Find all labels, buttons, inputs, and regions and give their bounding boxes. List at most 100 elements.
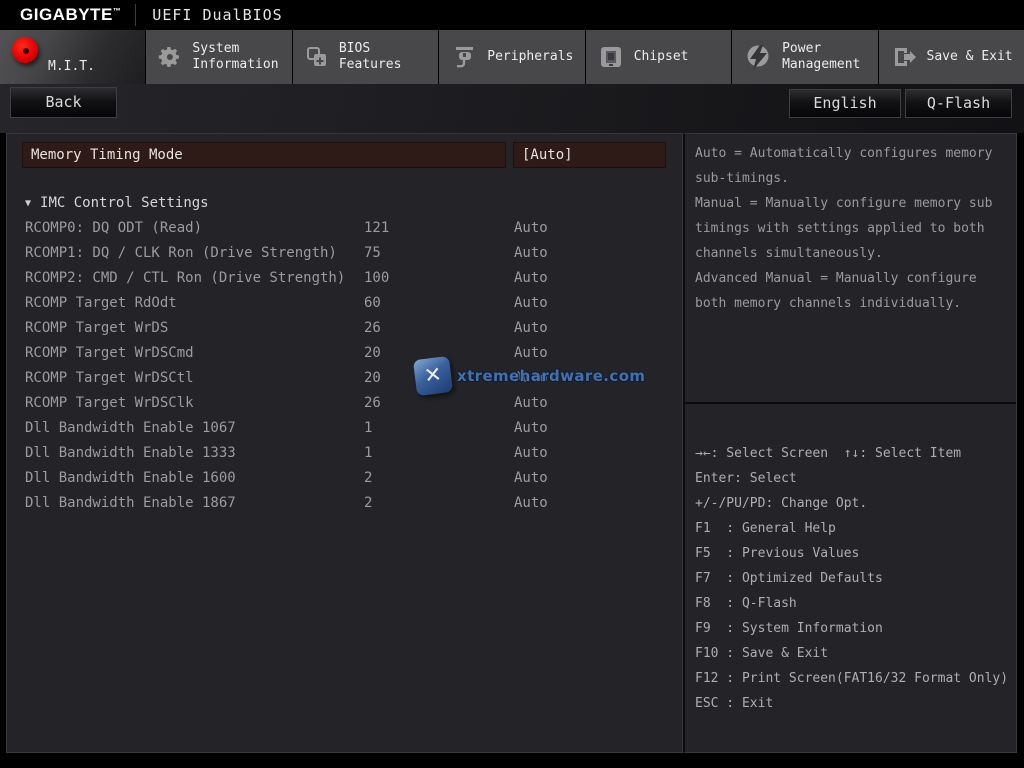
setting-value: 75 <box>364 241 381 266</box>
setting-row[interactable]: RCOMP0: DQ ODT (Read) 121 Auto <box>7 216 682 241</box>
setting-row[interactable]: RCOMP2: CMD / CTL Ron (Drive Strength) 1… <box>7 266 682 291</box>
section-title: IMC Control Settings <box>40 195 209 211</box>
key-legend: →←: Select Screen ↑↓: Select Item Enter:… <box>695 441 1017 716</box>
tab-label: System Information <box>192 41 291 73</box>
qflash-button[interactable]: Q-Flash <box>905 89 1012 118</box>
setting-label: RCOMP Target RdOdt <box>25 291 177 316</box>
tab-label: Power Management <box>782 41 877 73</box>
setting-row[interactable]: Dll Bandwidth Enable 1867 2 Auto <box>7 491 682 516</box>
tab-label: BIOS Features <box>339 41 438 73</box>
imc-section-header[interactable]: ▼ IMC Control Settings <box>25 193 209 213</box>
tab-power-management[interactable]: Power Management <box>732 30 877 84</box>
key-legend-line: +/-/PU/PD: Change Opt. <box>695 491 1017 516</box>
setting-value: 26 <box>364 316 381 341</box>
setting-mode: Auto <box>514 416 548 441</box>
key-legend-line: F7 : Optimized Defaults <box>695 566 1017 591</box>
description-line: sub-timings. <box>695 166 1013 191</box>
setting-label: RCOMP Target WrDSClk <box>25 391 194 416</box>
setting-value: 100 <box>364 266 389 291</box>
setting-row[interactable]: Dll Bandwidth Enable 1600 2 Auto <box>7 466 682 491</box>
setting-value: 60 <box>364 291 381 316</box>
setting-mode: Auto <box>514 391 548 416</box>
tab-label: Save & Exit <box>927 49 1013 65</box>
setting-row[interactable]: Dll Bandwidth Enable 1333 1 Auto <box>7 441 682 466</box>
setting-value: 2 <box>364 466 372 491</box>
setting-mode: Auto <box>514 316 548 341</box>
help-panel-divider <box>683 402 1016 404</box>
setting-label: RCOMP Target WrDSCmd <box>25 341 194 366</box>
tab-save-exit[interactable]: Save & Exit <box>879 30 1024 84</box>
bios-screen: GIGABYTE™ UEFI DualBIOS M.I.T. System In… <box>0 0 1024 768</box>
setting-row[interactable]: RCOMP Target WrDS 26 Auto <box>7 316 682 341</box>
key-legend-line: F9 : System Information <box>695 616 1017 641</box>
key-legend-line: Enter: Select <box>695 466 1017 491</box>
trademark-symbol: ™ <box>113 6 122 15</box>
setting-value: 20 <box>364 366 381 391</box>
tab-peripherals[interactable]: Peripherals <box>439 30 584 84</box>
product-title: UEFI DualBIOS <box>152 6 282 24</box>
setting-label: RCOMP Target WrDSCtl <box>25 366 194 391</box>
key-legend-line: F5 : Previous Values <box>695 541 1017 566</box>
tab-label: Peripherals <box>487 49 573 65</box>
setting-label: RCOMP0: DQ ODT (Read) <box>25 216 202 241</box>
setting-value: 1 <box>364 416 372 441</box>
setting-label: Dll Bandwidth Enable 1600 <box>25 466 236 491</box>
exit-door-icon <box>891 44 917 70</box>
gigabyte-logo: GIGABYTE™ <box>20 5 121 25</box>
key-legend-line: F12 : Print Screen(FAT16/32 Format Only) <box>695 666 1017 691</box>
tab-chipset[interactable]: Chipset <box>586 30 731 84</box>
setting-row[interactable]: Dll Bandwidth Enable 1067 1 Auto <box>7 416 682 441</box>
setting-value: 1 <box>364 441 372 466</box>
setting-label: RCOMP1: DQ / CLK Ron (Drive Strength) <box>25 241 337 266</box>
mit-dial-icon <box>12 37 38 63</box>
setting-mode: Auto <box>514 341 548 366</box>
setting-row[interactable]: RCOMP Target WrDSCmd 20 Auto <box>7 341 682 366</box>
setting-mode: Auto <box>514 441 548 466</box>
setting-value: 121 <box>364 216 389 241</box>
setting-mode: Auto <box>514 291 548 316</box>
settings-panel: Memory Timing Mode [Auto] ▼ IMC Control … <box>6 133 683 753</box>
language-button[interactable]: English <box>789 89 901 118</box>
setting-value: 20 <box>364 341 381 366</box>
tab-mit[interactable]: M.I.T. <box>0 30 145 84</box>
setting-value: 2 <box>364 491 372 516</box>
selected-setting-value[interactable]: [Auto] <box>513 142 666 168</box>
setting-mode: Auto <box>514 366 548 391</box>
setting-label: RCOMP2: CMD / CTL Ron (Drive Strength) <box>25 266 345 291</box>
description-line: Manual = Manually configure memory sub <box>695 191 1013 216</box>
setting-mode: Auto <box>514 266 548 291</box>
setting-row[interactable]: RCOMP Target RdOdt 60 Auto <box>7 291 682 316</box>
setting-value: 26 <box>364 391 381 416</box>
key-legend-line: F10 : Save & Exit <box>695 641 1017 666</box>
description-line: timings with settings applied to both <box>695 216 1013 241</box>
key-legend-line: →←: Select Screen ↑↓: Select Item <box>695 441 1017 466</box>
tab-bios-features[interactable]: BIOS Features <box>293 30 438 84</box>
setting-label: Dll Bandwidth Enable 1067 <box>25 416 236 441</box>
tab-label: Chipset <box>634 49 689 65</box>
setting-mode: Auto <box>514 216 548 241</box>
setting-row[interactable]: RCOMP1: DQ / CLK Ron (Drive Strength) 75… <box>7 241 682 266</box>
lightning-icon <box>744 43 772 71</box>
selected-setting-label[interactable]: Memory Timing Mode <box>22 142 506 168</box>
key-legend-line: F8 : Q-Flash <box>695 591 1017 616</box>
tab-bar: M.I.T. System Information BIOS Features … <box>0 30 1024 84</box>
setting-description: Auto = Automatically configures memory s… <box>695 141 1013 316</box>
setting-row[interactable]: RCOMP Target WrDSCtl 20 Auto <box>7 366 682 391</box>
setting-mode: Auto <box>514 491 548 516</box>
tab-system-information[interactable]: System Information <box>146 30 291 84</box>
title-bar: GIGABYTE™ UEFI DualBIOS <box>0 0 1024 30</box>
description-line: both memory channels individually. <box>695 291 1013 316</box>
gear-icon <box>158 45 182 69</box>
settings-rows: RCOMP0: DQ ODT (Read) 121 Auto RCOMP1: D… <box>7 216 682 516</box>
setting-mode: Auto <box>514 466 548 491</box>
mit-dial-center <box>23 48 29 54</box>
key-legend-line: ESC : Exit <box>695 691 1017 716</box>
tab-label: M.I.T. <box>48 59 95 84</box>
description-line: channels simultaneously. <box>695 241 1013 266</box>
back-button[interactable]: Back <box>10 87 117 118</box>
titlebar-divider <box>135 4 136 26</box>
setting-row[interactable]: RCOMP Target WrDSClk 26 Auto <box>7 391 682 416</box>
setting-label: Dll Bandwidth Enable 1333 <box>25 441 236 466</box>
description-line: Auto = Automatically configures memory <box>695 141 1013 166</box>
collapse-triangle-icon: ▼ <box>25 198 31 209</box>
